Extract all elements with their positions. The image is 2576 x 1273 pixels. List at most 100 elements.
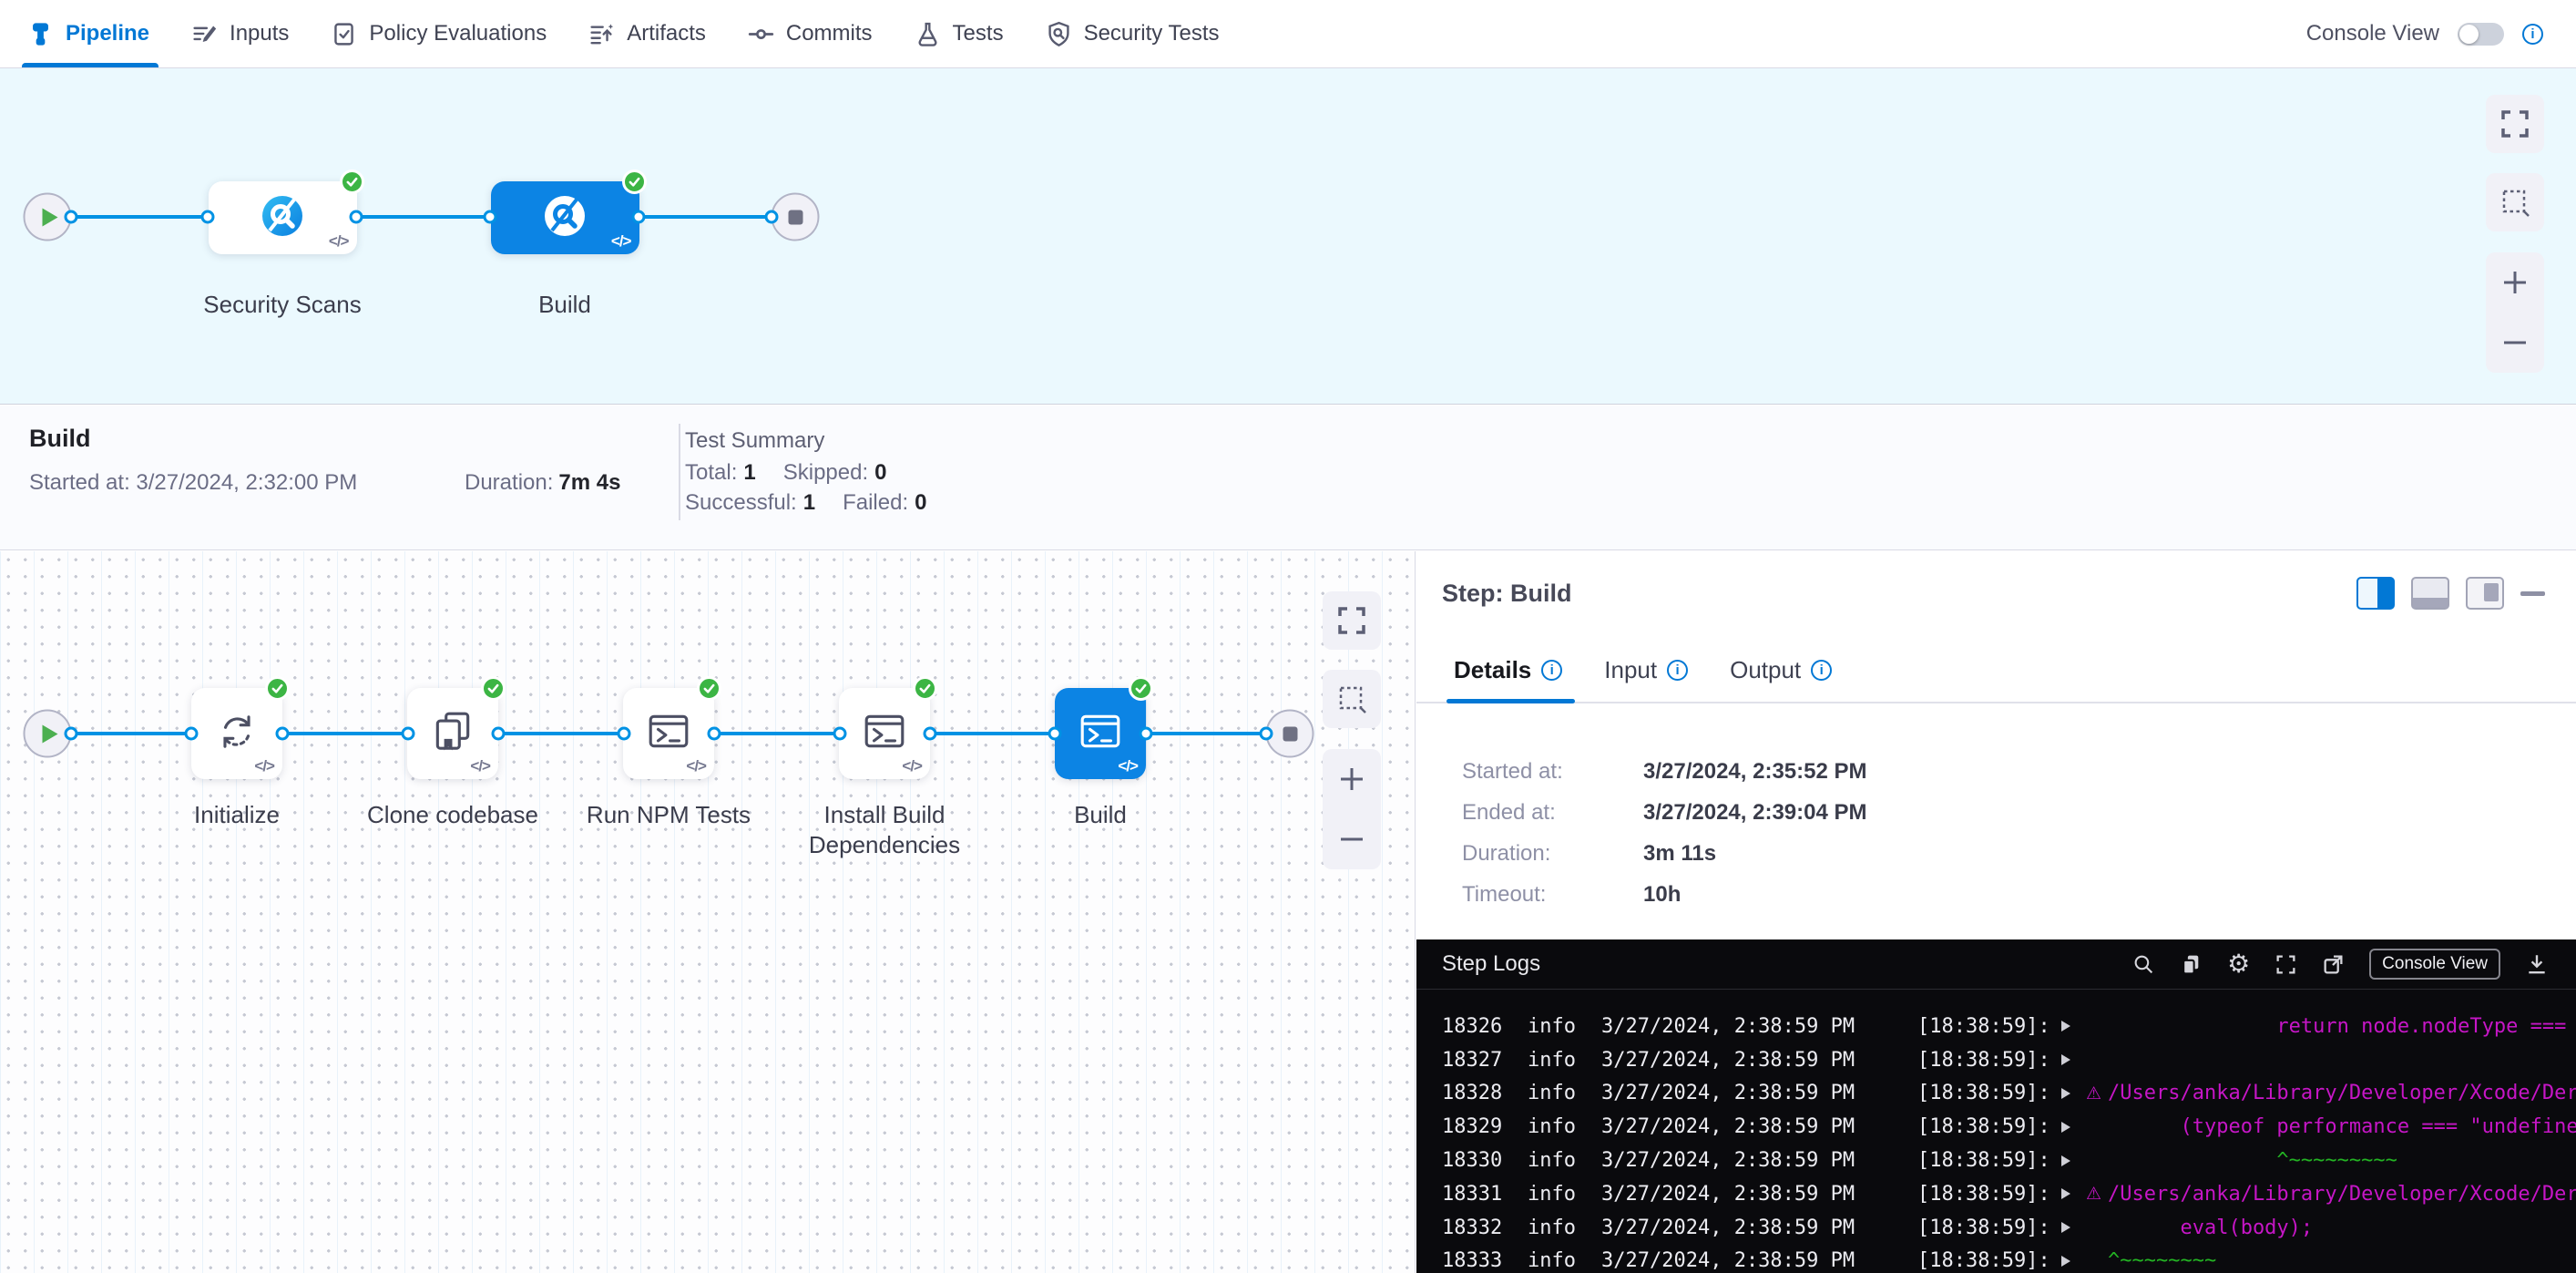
expand-caret-icon[interactable] (2061, 1122, 2086, 1133)
download-icon[interactable] (2525, 952, 2549, 976)
log-date: 3/27/2024, 2:38:59 PM (1601, 1049, 1917, 1072)
artifacts-icon (588, 21, 615, 47)
layout-bottom-dock-icon[interactable] (2411, 577, 2449, 610)
minimize-panel-icon[interactable] (2520, 591, 2545, 596)
log-line[interactable]: 18328info3/27/2024, 2:38:59 PM[18:38:59]… (1416, 1077, 2576, 1111)
code-icon: </> (254, 757, 274, 775)
zoom-out-icon[interactable] (2500, 328, 2530, 357)
step-graph-canvas[interactable]: </>Initialize</>Clone codebase</>Run NPM… (0, 551, 1416, 1273)
detail-value: 3m 11s (1643, 841, 1716, 867)
log-level: info (1528, 1149, 1601, 1172)
log-level: info (1528, 1049, 1601, 1072)
zoom-controls (1323, 749, 1381, 869)
search-icon[interactable] (2132, 953, 2155, 976)
open-external-icon[interactable] (2322, 953, 2345, 976)
detail-row-ended-at-: Ended at:3/27/2024, 2:39:04 PM (1416, 792, 2576, 833)
console-view-button[interactable]: Console View (2369, 949, 2500, 980)
zoom-controls (2486, 252, 2544, 373)
fullscreen-icon (1335, 604, 1368, 637)
zoom-out-icon[interactable] (1337, 825, 1366, 854)
info-icon[interactable]: i (1667, 660, 1688, 681)
console-view-toggle[interactable] (2458, 23, 2504, 46)
log-level: info (1528, 1249, 1601, 1272)
tab-pipeline[interactable]: Pipeline (27, 0, 149, 67)
expand-caret-icon[interactable] (2061, 1054, 2086, 1065)
node-build[interactable]: </> (1055, 688, 1146, 779)
clone-codebase-icon (430, 709, 475, 759)
tab-tests[interactable]: Tests (915, 0, 1004, 67)
expand-caret-icon[interactable] (2061, 1155, 2086, 1166)
node-install-build-dependencies[interactable]: </> (839, 688, 930, 779)
fullscreen-icon[interactable] (2274, 953, 2297, 976)
log-line[interactable]: 18332info3/27/2024, 2:38:59 PM[18:38:59]… (1416, 1211, 2576, 1245)
detail-label: Timeout: (1462, 882, 1643, 908)
tab-policy-evaluations[interactable]: Policy Evaluations (331, 0, 547, 67)
fullscreen-button[interactable] (1323, 591, 1381, 650)
node-label: Clone codebase (339, 800, 567, 830)
pipeline-edge (714, 732, 840, 735)
fullscreen-button[interactable] (2486, 95, 2544, 153)
log-line[interactable]: 18326info3/27/2024, 2:38:59 PM[18:38:59]… (1416, 1010, 2576, 1043)
tab-label: Inputs (230, 21, 289, 46)
edge-port (350, 210, 363, 224)
log-line-number: 18332 (1442, 1217, 1528, 1239)
caret-triangle (2061, 1054, 2070, 1065)
node-security-scans[interactable]: </> (209, 181, 357, 254)
caret-triangle (2061, 1188, 2070, 1199)
node-clone-codebase[interactable]: </> (407, 688, 498, 779)
initialize-icon (214, 709, 260, 759)
zoom-in-icon[interactable] (1337, 765, 1366, 794)
stage-graph-canvas[interactable]: </>Security Scans</>Build (0, 68, 2576, 405)
log-time: [18:38:59]: (1917, 1217, 2061, 1239)
security-tests-icon (1046, 21, 1072, 47)
expand-caret-icon[interactable] (2061, 1188, 2086, 1199)
layout-split-right-icon[interactable] (2356, 577, 2395, 610)
layout-floating-icon[interactable] (2466, 577, 2504, 610)
tab-details[interactable]: Details i (1454, 639, 1562, 702)
detail-row-duration-: Duration:3m 11s (1416, 833, 2576, 874)
node-label: Initialize (123, 800, 351, 830)
node-build[interactable]: </> (491, 181, 639, 254)
play-icon (42, 208, 57, 226)
log-date: 3/27/2024, 2:38:59 PM (1601, 1115, 1917, 1138)
tab-inputs[interactable]: Inputs (191, 0, 289, 67)
log-message: eval(body); (2108, 1217, 2576, 1239)
tab-label: Security Tests (1084, 21, 1220, 46)
zoom-in-icon[interactable] (2500, 268, 2530, 297)
log-line[interactable]: 18331info3/27/2024, 2:38:59 PM[18:38:59]… (1416, 1177, 2576, 1211)
log-line-number: 18327 (1442, 1049, 1528, 1072)
info-icon[interactable]: i (1541, 660, 1562, 681)
node-run-npm-tests[interactable]: </> (623, 688, 714, 779)
expand-caret-icon[interactable] (2061, 1256, 2086, 1267)
select-mode-button[interactable] (2486, 173, 2544, 231)
terminal-icon (1078, 709, 1123, 759)
tab-commits[interactable]: Commits (748, 0, 873, 67)
expand-caret-icon[interactable] (2061, 1222, 2086, 1233)
select-mode-button[interactable] (1323, 670, 1381, 728)
tab-artifacts[interactable]: Artifacts (588, 0, 706, 67)
log-date: 3/27/2024, 2:38:59 PM (1601, 1217, 1917, 1239)
pipeline-edge (64, 732, 191, 735)
expand-caret-icon[interactable] (2061, 1021, 2086, 1032)
tab-security-tests[interactable]: Security Tests (1046, 0, 1220, 67)
info-icon[interactable]: i (2522, 24, 2543, 45)
log-line[interactable]: 18333info3/27/2024, 2:38:59 PM[18:38:59]… (1416, 1245, 2576, 1273)
tab-output[interactable]: Output i (1730, 639, 1832, 702)
tab-input[interactable]: Input i (1604, 639, 1688, 702)
step-panel-tabs: Details i Input i Output i (1416, 639, 2576, 703)
log-line[interactable]: 18330info3/27/2024, 2:38:59 PM[18:38:59]… (1416, 1144, 2576, 1177)
node-initialize[interactable]: </> (191, 688, 282, 779)
log-line[interactable]: 18329info3/27/2024, 2:38:59 PM[18:38:59]… (1416, 1110, 2576, 1144)
node-label: Build (986, 800, 1214, 830)
tab-label: Input (1604, 656, 1657, 684)
play-icon (42, 724, 57, 743)
stat-value: 0 (874, 460, 886, 486)
node-label: Install Build Dependencies (771, 800, 998, 860)
log-line[interactable]: 18327info3/27/2024, 2:38:59 PM[18:38:59]… (1416, 1043, 2576, 1077)
copy-icon[interactable] (2180, 953, 2203, 976)
expand-caret-icon[interactable] (2061, 1088, 2086, 1099)
step-details-table: Started at:3/27/2024, 2:35:52 PMEnded at… (1416, 751, 2576, 915)
info-icon[interactable]: i (1811, 660, 1832, 681)
security-scan-icon (538, 190, 591, 247)
settings-gear-icon[interactable]: ⚙ (2227, 951, 2250, 977)
